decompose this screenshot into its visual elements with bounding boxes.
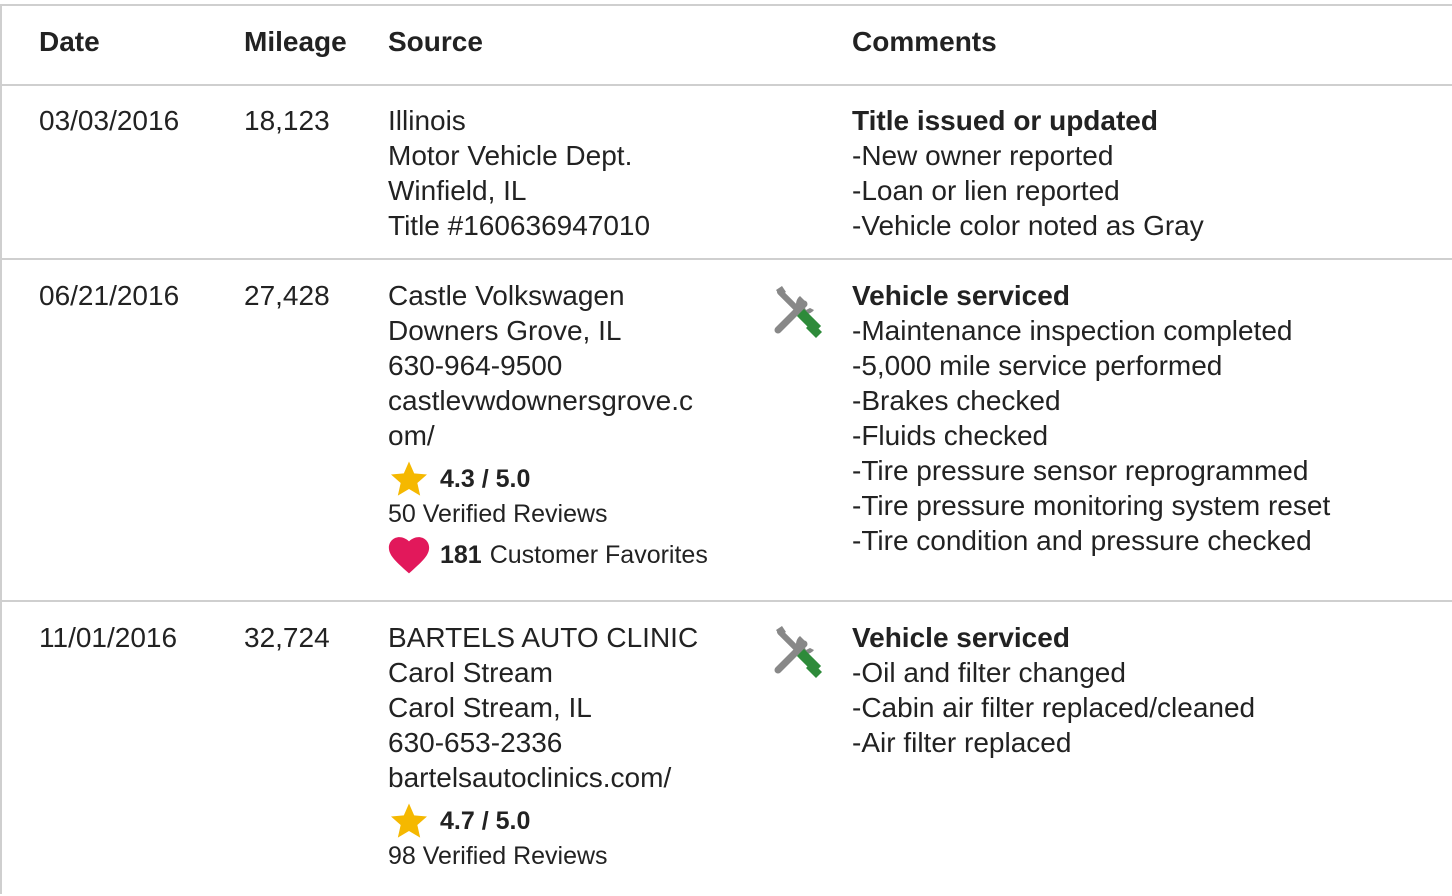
comment-item: -Maintenance inspection completed <box>852 315 1293 346</box>
rating-value: 4.3 / 5.0 <box>440 464 531 493</box>
comment-item: -Vehicle color noted as Gray <box>852 210 1204 241</box>
source-city: Carol Stream <box>388 657 553 688</box>
header-source: Source <box>388 26 483 57</box>
row-comments: Vehicle serviced -Oil and filter changed… <box>852 620 1255 760</box>
source-location: Carol Stream, IL <box>388 692 592 723</box>
verified-reviews[interactable]: 98 Verified Reviews <box>388 841 758 871</box>
rating: 4.3 / 5.0 <box>388 459 758 499</box>
heart-icon <box>388 537 430 574</box>
row-source: Illinois Motor Vehicle Dept. Winfield, I… <box>388 103 758 243</box>
row-source: BARTELS AUTO CLINIC Carol Stream Carol S… <box>388 620 758 871</box>
wrench-screwdriver-icon <box>774 286 822 338</box>
wrench-screwdriver-icon <box>774 626 822 678</box>
row-date: 11/01/2016 <box>39 622 178 653</box>
table-row: 11/01/2016 32,724 BARTELS AUTO CLINIC Ca… <box>2 602 1452 896</box>
comment-item: -Brakes checked <box>852 385 1061 416</box>
row-source: Castle Volkswagen Downers Grove, IL 630-… <box>388 278 758 575</box>
row-mileage: 27,428 <box>244 280 330 311</box>
star-icon <box>391 461 427 496</box>
source-phone[interactable]: 630-964-9500 <box>388 348 758 383</box>
row-mileage: 32,724 <box>244 622 330 653</box>
table-row: 06/21/2016 27,428 Castle Volkswagen Down… <box>2 260 1452 602</box>
header-mileage: Mileage <box>244 26 347 57</box>
verified-reviews[interactable]: 50 Verified Reviews <box>388 499 758 529</box>
comment-title: Title issued or updated <box>852 105 1158 136</box>
comment-item: -Tire pressure monitoring system reset <box>852 490 1331 521</box>
comment-item: -Cabin air filter replaced/cleaned <box>852 692 1256 723</box>
comment-item: -Oil and filter changed <box>852 657 1126 688</box>
source-location: Downers Grove, IL <box>388 315 622 346</box>
source-line: Motor Vehicle Dept. <box>388 140 633 171</box>
source-website-cont[interactable]: om/ <box>388 418 758 453</box>
row-date: 06/21/2016 <box>39 280 180 311</box>
row-comments: Vehicle serviced -Maintenance inspection… <box>852 278 1330 558</box>
comment-title: Vehicle serviced <box>852 622 1070 653</box>
comment-item: -Tire pressure sensor reprogrammed <box>852 455 1309 486</box>
comment-item: -New owner reported <box>852 140 1114 171</box>
source-location: Winfield, IL <box>388 175 527 206</box>
source-website[interactable]: bartelsautoclinics.com/ <box>388 760 758 795</box>
vehicle-history-table: Date Mileage Source Comments 03/03/2016 … <box>0 4 1452 894</box>
comment-item: -Fluids checked <box>852 420 1049 451</box>
source-name: Illinois <box>388 105 466 136</box>
source-website[interactable]: castlevwdownersgrove.c <box>388 383 758 418</box>
row-date: 03/03/2016 <box>39 105 180 136</box>
header-comments: Comments <box>852 26 997 57</box>
favorites-count: 181 <box>440 540 482 569</box>
source-title-number: Title #160636947010 <box>388 210 651 241</box>
source-phone[interactable]: 630-653-2336 <box>388 725 758 760</box>
favorites-label: Customer Favorites <box>489 540 708 569</box>
comment-item: -Air filter replaced <box>852 727 1072 758</box>
rating: 4.7 / 5.0 <box>388 801 758 841</box>
comment-item: -Tire condition and pressure checked <box>852 525 1312 556</box>
row-comments: Title issued or updated -New owner repor… <box>852 103 1204 243</box>
source-name: Castle Volkswagen <box>388 280 625 311</box>
header-date: Date <box>39 26 100 57</box>
table-row: 03/03/2016 18,123 Illinois Motor Vehicle… <box>2 86 1452 260</box>
source-name: BARTELS AUTO CLINIC <box>388 622 699 653</box>
table-header: Date Mileage Source Comments <box>2 6 1452 86</box>
row-mileage: 18,123 <box>244 105 330 136</box>
rating-value: 4.7 / 5.0 <box>440 806 531 835</box>
comment-title: Vehicle serviced <box>852 280 1070 311</box>
customer-favorites: 181 Customer Favorites <box>388 535 758 575</box>
comment-item: -Loan or lien reported <box>852 175 1120 206</box>
comment-item: -5,000 mile service performed <box>852 350 1223 381</box>
star-icon <box>391 803 427 838</box>
